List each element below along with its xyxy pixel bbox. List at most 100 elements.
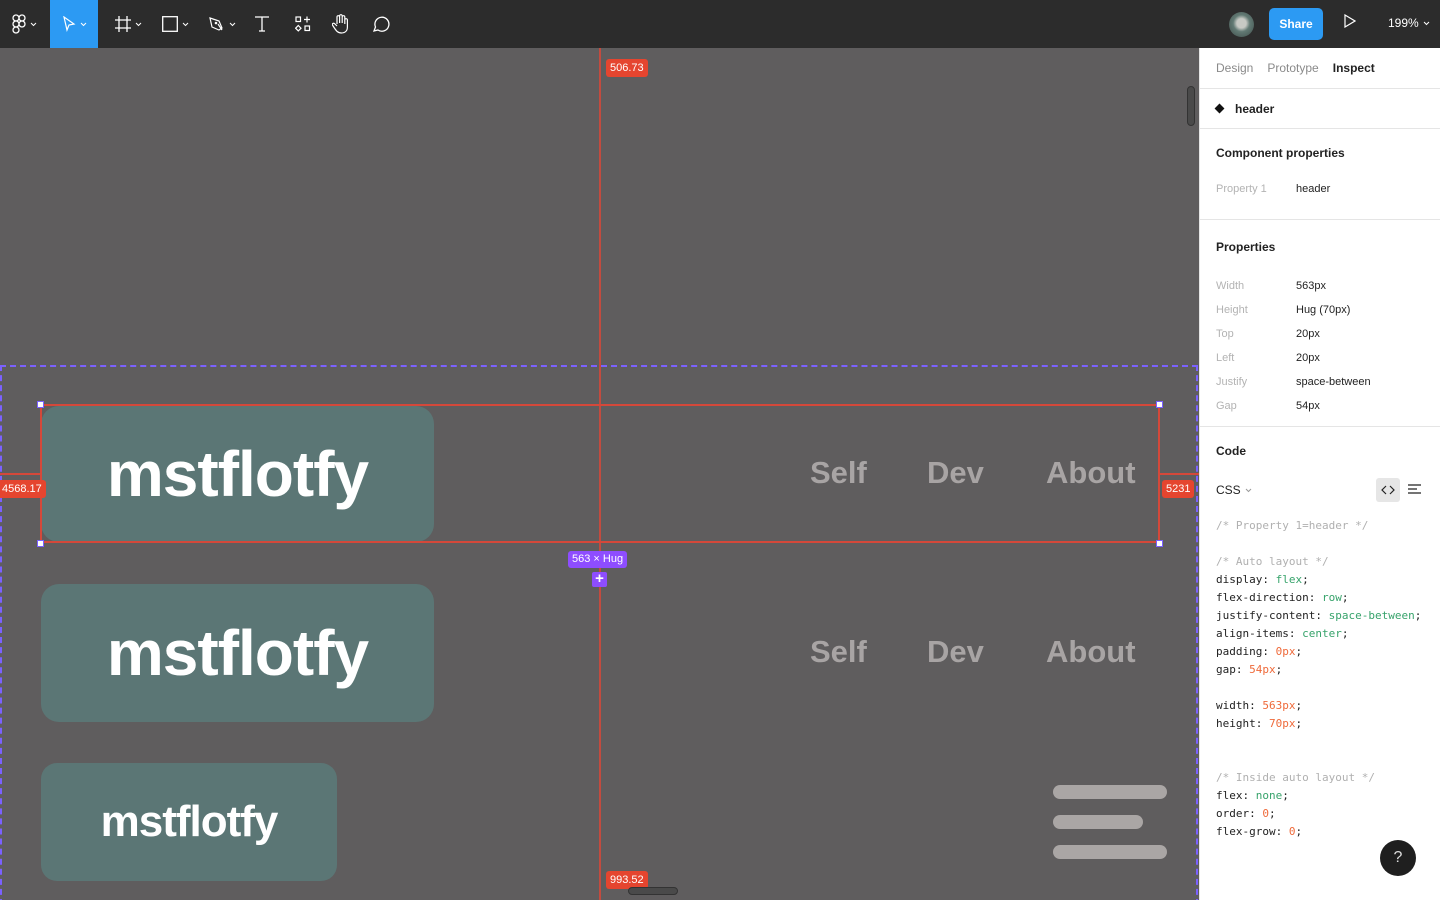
chevron-down-icon [1245,488,1252,492]
share-button[interactable]: Share [1269,8,1323,40]
code-line: padding: 0px; [1216,645,1303,658]
property-key: Top [1216,328,1234,340]
code-line: gap: 54px; [1216,663,1283,676]
toolbar: Share 199% [0,0,1440,48]
code-header: CSS [1216,475,1424,505]
hand-tool-button[interactable] [330,0,352,48]
tab-inspect[interactable]: Inspect [1333,61,1375,75]
property-value[interactable]: header [1296,183,1330,195]
header-logo[interactable]: mstflotfy [41,584,434,722]
property-key: Property 1 [1216,183,1267,195]
property-row: Property 1 header [1216,177,1424,201]
property-key: Width [1216,280,1245,292]
selection-box[interactable] [40,404,1160,543]
code-line: flex-direction: row; [1216,591,1349,604]
selected-layer: header [1200,89,1440,129]
property-row: Left 20px [1216,346,1424,370]
code-line: flex-grow: 0; [1216,825,1303,838]
nav-about[interactable]: About [1046,634,1136,670]
code-line: flex: none; [1216,789,1289,802]
avatar[interactable] [1229,12,1254,37]
list-view-button[interactable] [1408,483,1424,497]
property-key: Height [1216,304,1248,316]
main-menu-button[interactable] [0,0,48,48]
resize-handle[interactable] [37,540,44,547]
play-icon [1344,13,1357,29]
resize-handle[interactable] [1156,401,1163,408]
property-row: Top 20px [1216,322,1424,346]
property-key: Left [1216,352,1235,364]
resize-handle[interactable] [37,401,44,408]
main-menu-icon [11,14,26,34]
tab-prototype[interactable]: Prototype [1267,61,1318,75]
resources-icon [295,16,311,32]
section-title: Component properties [1216,146,1345,160]
list-icon [1408,483,1421,494]
text-tool-button[interactable] [250,0,274,48]
vertical-scrollbar[interactable] [1187,86,1195,126]
shape-tool-button[interactable] [156,0,194,48]
nav-dev[interactable]: Dev [927,634,984,670]
property-key: Justify [1216,376,1248,388]
code-line: justify-content: space-between; [1216,609,1422,622]
measure-line-left [0,473,40,475]
code-line: order: 0; [1216,807,1276,820]
hand-tool-icon [332,14,348,34]
chevron-down-icon [182,22,188,26]
pen-tool-button[interactable] [204,0,240,48]
property-value[interactable]: 20px [1296,352,1320,364]
layer-name: header [1235,101,1275,116]
zoom-dropdown[interactable]: 199% [1388,16,1430,30]
property-row: Justify space-between [1216,370,1424,394]
pen-tool-icon [208,17,223,31]
property-value[interactable]: space-between [1296,376,1371,388]
chevron-down-icon [135,22,141,26]
code-line: display: flex; [1216,573,1309,586]
horizontal-scrollbar[interactable] [628,887,678,895]
code-view-button[interactable] [1376,478,1400,502]
tab-design[interactable]: Design [1216,61,1253,75]
inspect-panel: Design Prototype Inspect header Componen… [1199,48,1440,900]
add-auto-layout-button[interactable]: + [592,571,607,587]
property-value[interactable]: Hug (70px) [1296,304,1350,316]
component-icon [1214,103,1225,114]
chevron-down-icon [80,22,86,26]
frame-tool-icon [114,16,131,32]
property-value[interactable]: 54px [1296,400,1320,412]
canvas[interactable]: 506.73 mstflotfy Self Dev About 4568.17 … [0,48,1199,900]
header-logo[interactable]: mstflotfy [41,763,337,881]
logo-text: mstflotfy [106,617,369,689]
resources-button[interactable] [292,0,314,48]
section-title: Properties [1216,240,1276,254]
measure-top-badge: 506.73 [606,59,648,77]
nav-self[interactable]: Self [810,634,867,670]
frame-tool-button[interactable] [108,0,148,48]
text-tool-icon [255,16,269,32]
code-section: Code CSS /* Property 1=header */ /* Auto… [1200,427,1440,841]
size-badge: 563 × Hug [568,551,628,568]
property-row: Gap 54px [1216,394,1424,418]
help-button[interactable]: ? [1380,840,1416,876]
property-value[interactable]: 20px [1296,328,1320,340]
chevron-down-icon [1423,21,1430,25]
code-line: /* Property 1=header */ [1216,519,1369,532]
present-button[interactable] [1344,13,1357,33]
move-tool-button[interactable] [50,0,98,48]
language-dropdown[interactable]: CSS [1216,483,1252,497]
chevron-down-icon [229,22,235,26]
code-block[interactable]: /* Property 1=header */ /* Auto layout *… [1216,517,1424,841]
property-value[interactable]: 563px [1296,280,1326,292]
code-line: height: 70px; [1216,717,1303,730]
code-icon [1381,485,1395,495]
measure-line-right [1160,473,1199,475]
resize-handle[interactable] [1156,540,1163,547]
properties-section: Properties Width 563px Height Hug (70px) T… [1200,220,1440,427]
comment-tool-button[interactable] [370,0,392,48]
measure-left-badge: 4568.17 [0,480,46,498]
code-line: /* Inside auto layout */ [1216,771,1375,784]
shape-tool-icon [161,16,178,32]
code-line: width: 563px; [1216,699,1303,712]
